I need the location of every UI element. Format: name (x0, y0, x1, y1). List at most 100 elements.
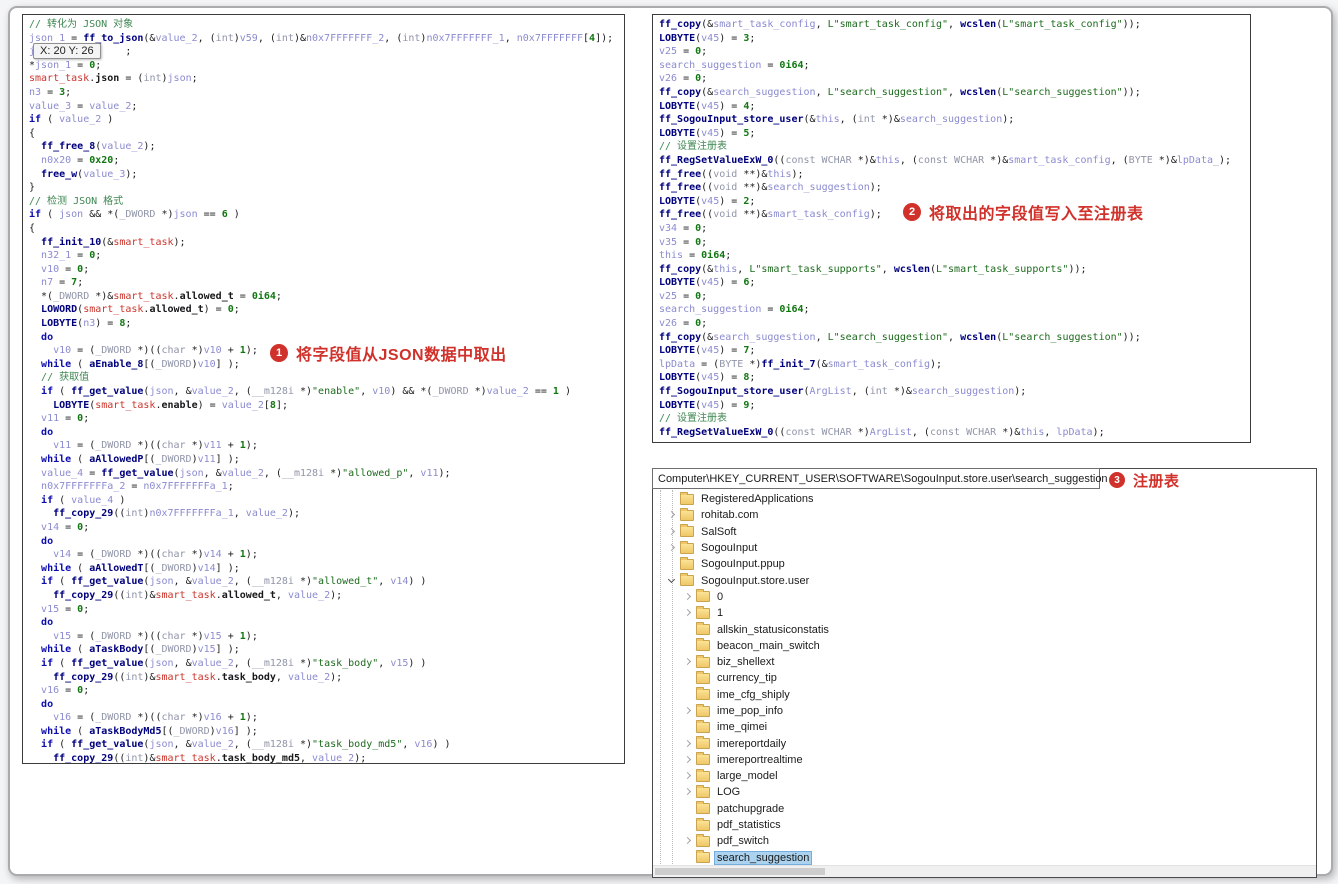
tree-item-label: SogouInput.ppup (701, 558, 785, 571)
decompiler-panel-right: ff_copy(&smart_task_config, L"smart_task… (652, 14, 1251, 443)
folder-icon (696, 833, 710, 847)
tree-item-large_model[interactable]: large_model (653, 768, 1338, 784)
tree-item-RegisteredApplications[interactable]: RegisteredApplications (653, 491, 1338, 507)
chevron-right-icon[interactable] (683, 592, 693, 602)
tree-item-label: ime_cfg_shiply (717, 688, 790, 701)
chevron-right-icon[interactable] (683, 836, 693, 846)
chevron-right-icon[interactable] (667, 527, 677, 537)
coordinate-tooltip: X: 20 Y: 26 (33, 43, 101, 59)
code-line: json_1 = ff_to_json(&value_2, (int)v59, … (29, 32, 614, 44)
chevron-right-icon[interactable] (667, 510, 677, 520)
chevron-right-icon[interactable] (667, 543, 677, 553)
chevron-right-icon[interactable] (683, 739, 693, 749)
tree-item-label: RegisteredApplications (701, 493, 814, 506)
chevron-right-icon[interactable] (683, 706, 693, 716)
code-line: v26 = 0; (659, 318, 708, 330)
code-line: LOBYTE(v45) = 9; (659, 399, 756, 411)
tree-item-search_suggestion[interactable]: search_suggestion (653, 850, 1338, 866)
annotation-2-badge: 2 (903, 203, 921, 221)
code-line: ff_copy_29((int)&smart_task.allowed_t, v… (53, 589, 343, 601)
tree-item-ime_qimei[interactable]: ime_qimei (653, 719, 1338, 735)
code-line: // 设置注册表 (659, 141, 728, 153)
tree-item-label: beacon_main_switch (717, 639, 820, 652)
tree-item-label: biz_shellext (717, 656, 775, 669)
registry-editor-window: Computer\HKEY_CURRENT_USER\SOFTWARE\Sogo… (652, 468, 1317, 878)
code-line: v10 = 0; (41, 263, 90, 275)
code-line: n7 = 7; (41, 277, 84, 289)
code-line: v16 = 0; (41, 685, 90, 697)
tree-item-imereportrealtime[interactable]: imereportrealtime (653, 752, 1338, 768)
tree-item-SogouInput.store.user[interactable]: SogouInput.store.user (653, 572, 1338, 588)
no-expander (683, 625, 693, 635)
tree-item-pdf_switch[interactable]: pdf_switch (653, 833, 1338, 849)
tree-item-1[interactable]: 1 (653, 605, 1338, 621)
code-line: ff_SogouInput_store_user(&this, (int *)&… (659, 114, 1015, 126)
code-line: while ( aTaskBody[(_DWORD)v15] ); (41, 644, 240, 656)
no-expander (683, 722, 693, 732)
code-line: ff_RegSetValueExW_0((const WCHAR *)ArgLi… (659, 426, 1105, 438)
annotation-1-badge: 1 (270, 344, 288, 362)
code-line: if ( ff_get_value(json, &value_2, (__m12… (41, 386, 571, 398)
code-line: ff_copy(&search_suggestion, L"search_sug… (659, 86, 1141, 98)
chevron-right-icon[interactable] (683, 771, 693, 781)
horizontal-scrollbar[interactable] (653, 865, 1316, 877)
annotation-1: 1 将字段值从JSON数据中取出 (270, 341, 507, 365)
tree-item-ime_pop_info[interactable]: ime_pop_info (653, 703, 1338, 719)
code-line: LOBYTE(n3) = 8; (41, 318, 132, 330)
code-line: if ( value_2 ) (29, 114, 114, 126)
code-line: LOBYTE(smart_task.enable) = value_2[8]; (53, 399, 288, 411)
tree-item-label: patchupgrade (717, 802, 785, 815)
tree-item-imereportdaily[interactable]: imereportdaily (653, 735, 1338, 751)
no-expander (683, 820, 693, 830)
decompiled-code-left: // 转化为 JSON 对象 json_1 = ff_to_json(&value… (23, 15, 624, 764)
tree-item-label: ime_qimei (717, 721, 768, 734)
tree-item-pdf_statistics[interactable]: pdf_statistics (653, 817, 1338, 833)
code-line: if ( value_4 ) (41, 494, 126, 506)
code-line: ff_RegSetValueExW_0((const WCHAR *)&this… (659, 154, 1232, 166)
chevron-down-icon[interactable] (667, 576, 677, 586)
tree-item-label: 1 (717, 607, 724, 620)
screenshot-canvas: // 转化为 JSON 对象 json_1 = ff_to_json(&value… (0, 0, 1338, 884)
folder-icon (696, 752, 710, 766)
code-line: ff_free_8(value_2); (41, 141, 156, 153)
code-line: lpData = (BYTE *)ff_init_7(&smart_task_c… (659, 358, 943, 370)
chevron-right-icon[interactable] (683, 755, 693, 765)
tree-item-0[interactable]: 0 (653, 589, 1338, 605)
code-line: value_4 = ff_get_value(json, &value_2, (… (41, 467, 451, 479)
tree-item-biz_shellext[interactable]: biz_shellext (653, 654, 1338, 670)
folder-icon (680, 507, 694, 521)
tree-item-SalSoft[interactable]: SalSoft (653, 524, 1338, 540)
tree-item-SogouInput[interactable]: SogouInput (653, 540, 1338, 556)
scrollbar-thumb[interactable] (655, 868, 825, 875)
tree-item-beacon_main_switch[interactable]: beacon_main_switch (653, 638, 1338, 654)
tree-item-ime_cfg_shiply[interactable]: ime_cfg_shiply (653, 687, 1338, 703)
registry-address-bar[interactable]: Computer\HKEY_CURRENT_USER\SOFTWARE\Sogo… (652, 468, 1108, 489)
code-line: jso ; (29, 46, 132, 58)
folder-icon (696, 589, 710, 603)
tree-item-currency_tip[interactable]: currency_tip (653, 670, 1338, 686)
code-line: if ( ff_get_value(json, &value_2, (__m12… (41, 576, 427, 588)
chevron-right-icon[interactable] (683, 608, 693, 618)
code-line: n0x7FFFFFFFa_2 = n0x7FFFFFFFa_1; (41, 481, 234, 493)
chevron-right-icon[interactable] (683, 787, 693, 797)
tree-item-rohitab.com[interactable]: rohitab.com (653, 507, 1338, 523)
tree-item-SogouInput.ppup[interactable]: SogouInput.ppup (653, 556, 1338, 572)
folder-icon (696, 638, 710, 652)
code-line: v26 = 0; (659, 73, 708, 85)
tree-item-label: rohitab.com (701, 509, 759, 522)
tree-item-label: LOG (717, 786, 741, 799)
code-line: v16 = (_DWORD *)((char *)v16 + 1); (53, 712, 258, 724)
code-line: *json_1 = 0; (29, 59, 102, 71)
code-line: LOBYTE(v45) = 5; (659, 127, 756, 139)
code-line: { (29, 127, 36, 139)
no-expander (667, 559, 677, 569)
tree-item-allskin_statusiconstatis[interactable]: allskin_statusiconstatis (653, 621, 1338, 637)
code-line: ff_copy_29((int)&smart_task.task_body_md… (53, 753, 367, 764)
code-line: // 转化为 JSON 对象 (29, 19, 134, 30)
code-line: search_suggestion = 0i64; (659, 59, 810, 71)
no-expander (667, 494, 677, 504)
chevron-right-icon[interactable] (683, 657, 693, 667)
tree-item-patchupgrade[interactable]: patchupgrade (653, 801, 1338, 817)
folder-icon (696, 654, 710, 668)
tree-item-LOG[interactable]: LOG (653, 784, 1338, 800)
